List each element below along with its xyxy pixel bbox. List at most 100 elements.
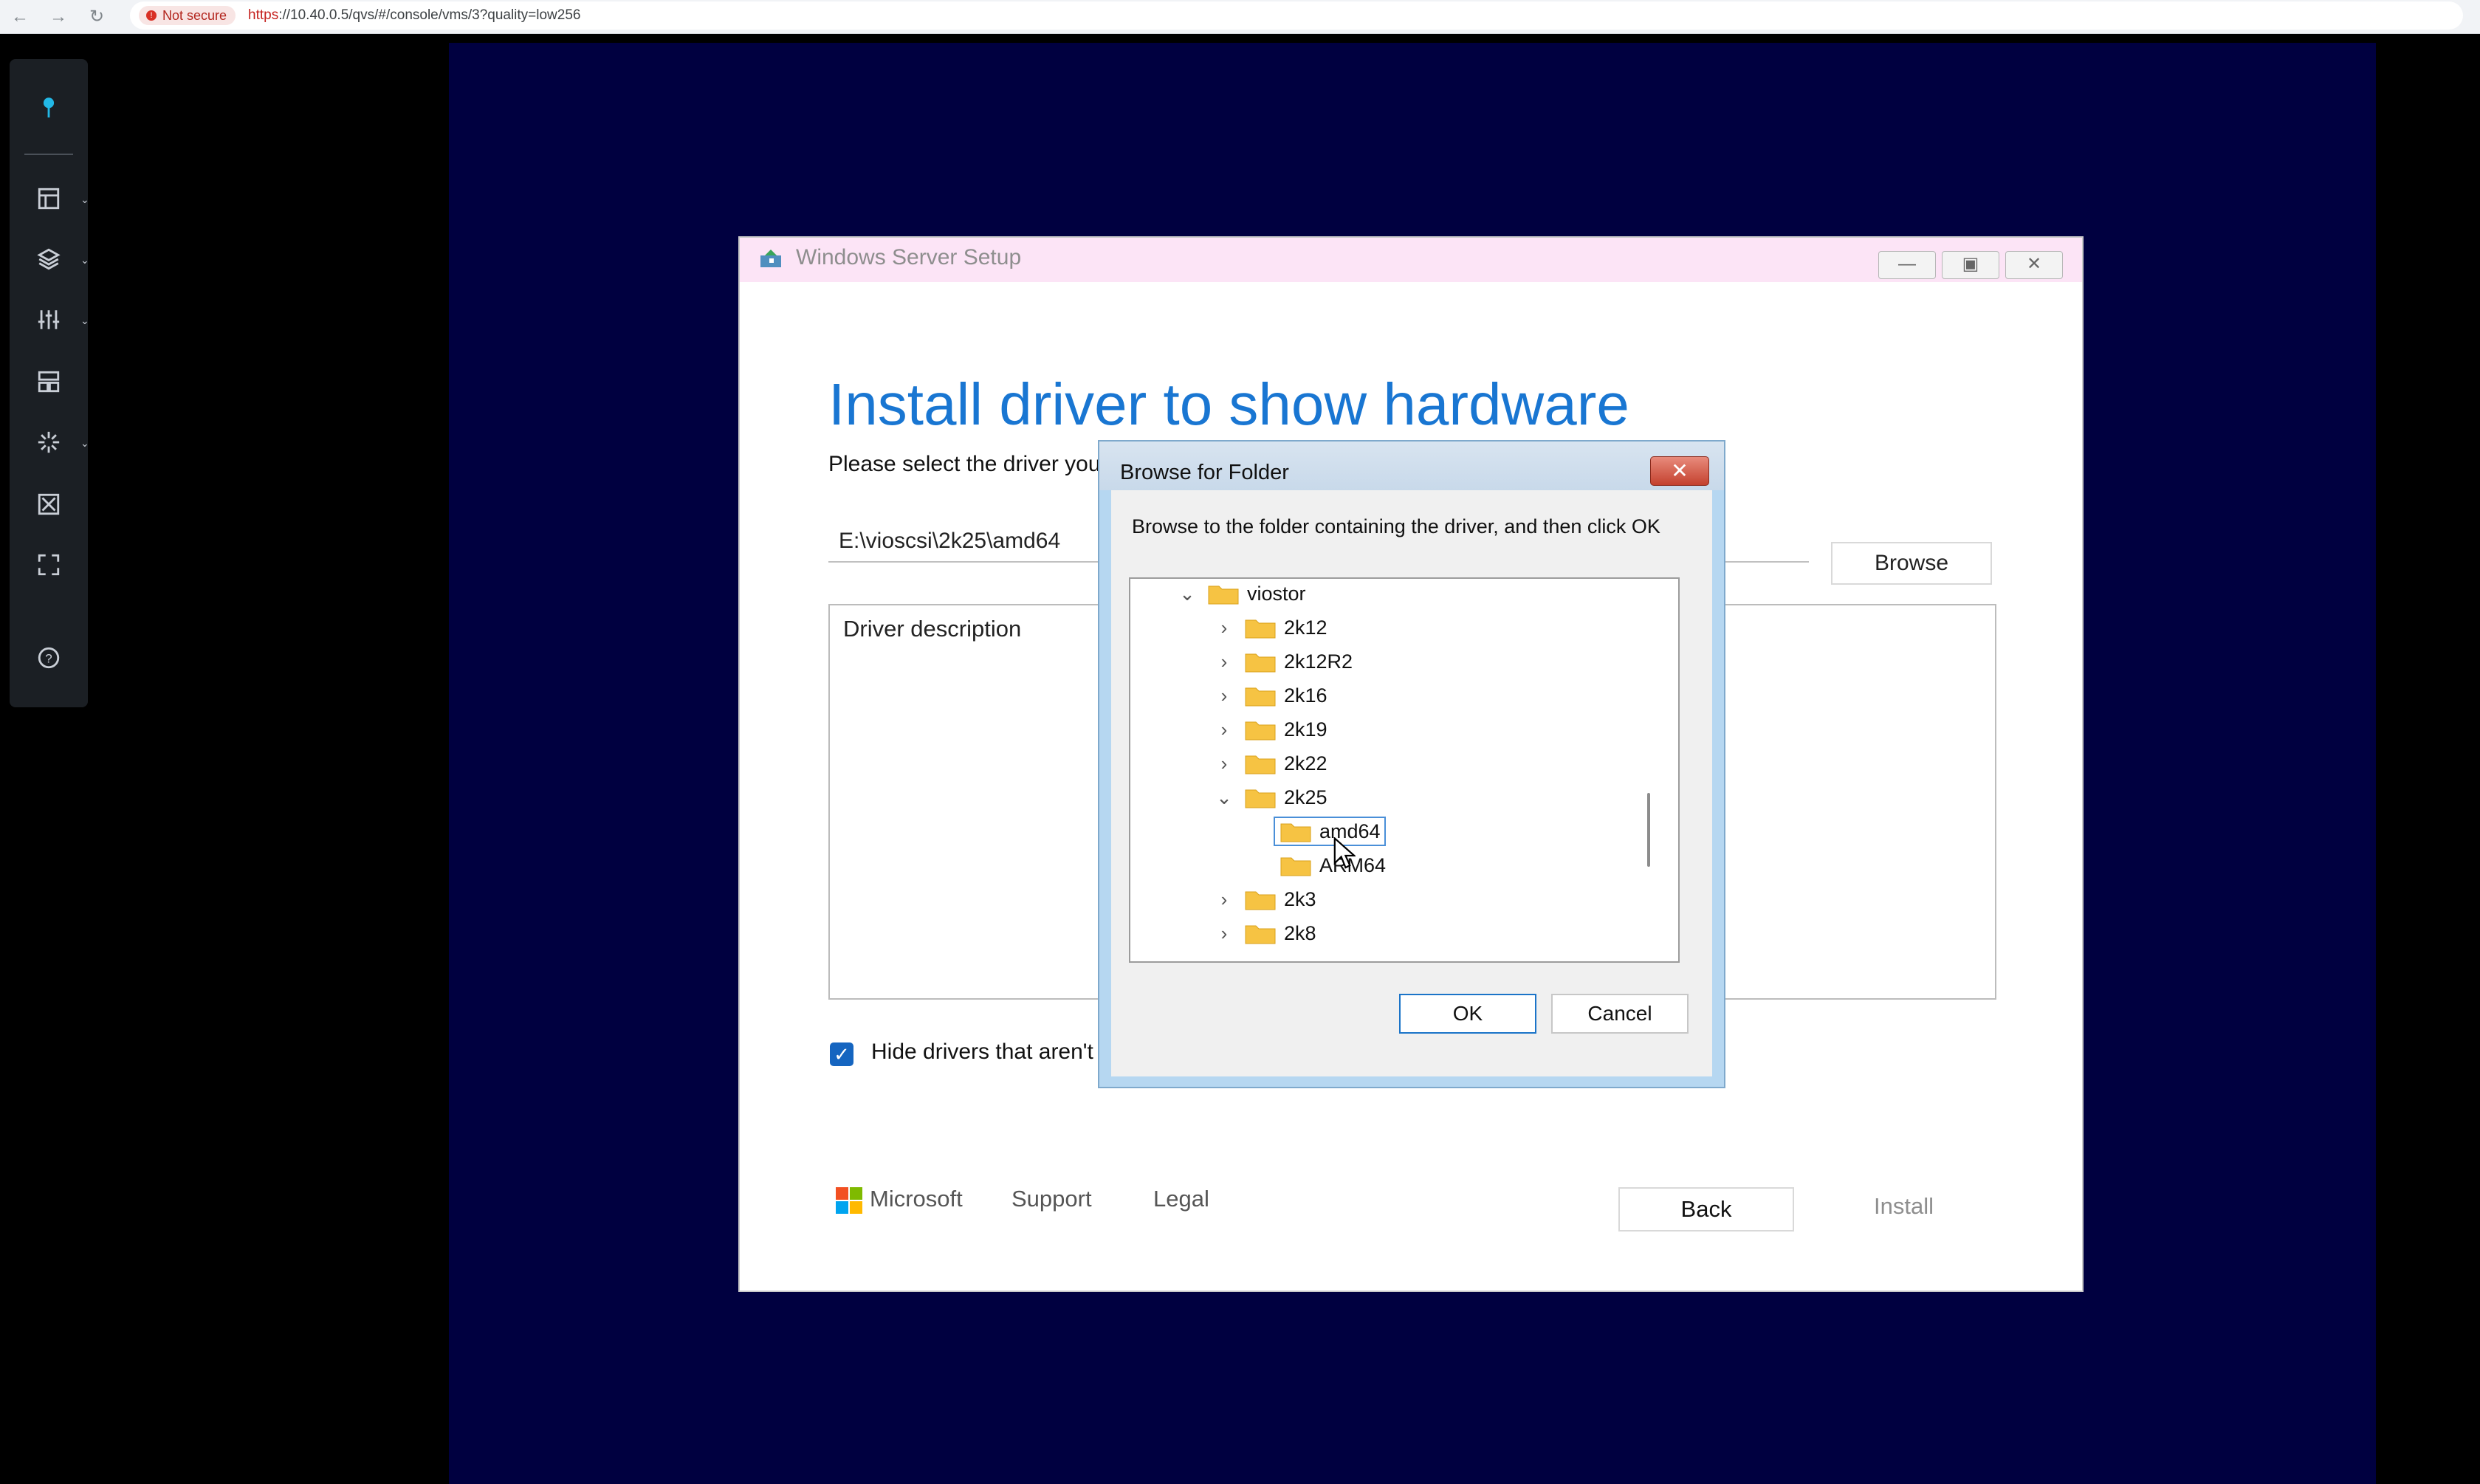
- tree-node-viostor[interactable]: ⌄ viostor: [1176, 579, 1471, 608]
- dialog-titlebar[interactable]: Browse for Folder ✕: [1099, 442, 1724, 490]
- cancel-button[interactable]: Cancel: [1551, 994, 1689, 1034]
- folder-icon: [1245, 925, 1276, 944]
- warning-icon: !: [146, 10, 157, 21]
- layout-button[interactable]: ⌄: [10, 176, 89, 220]
- pin-icon: [43, 97, 55, 118]
- tree-node-2k12[interactable]: › 2k12: [1213, 613, 1508, 642]
- folder-icon: [1245, 755, 1276, 774]
- setup-instruction: Please select the driver you: [828, 452, 1101, 476]
- chevron-down-icon[interactable]: ⌄: [1213, 784, 1235, 811]
- browser-toolbar: ← → ↻ ! Not secure https://10.40.0.5/qvs…: [0, 0, 2480, 34]
- dialog-instruction: Browse to the folder containing the driv…: [1132, 515, 1660, 537]
- folder-icon: [1245, 687, 1276, 707]
- minimize-button[interactable]: —: [1878, 251, 1936, 279]
- chevron-right-icon[interactable]: ›: [1213, 750, 1235, 777]
- tree-node-2k22[interactable]: › 2k22: [1213, 749, 1508, 778]
- folder-icon: [1245, 721, 1276, 741]
- url-protocol: https: [248, 7, 279, 23]
- tree-node-label: 2k22: [1284, 752, 1327, 774]
- tree-node-2k16[interactable]: › 2k16: [1213, 681, 1508, 710]
- chevron-down-icon: ⌄: [80, 254, 89, 266]
- folder-icon: [1245, 653, 1276, 673]
- security-badge[interactable]: ! Not secure: [139, 6, 236, 25]
- help-button[interactable]: ?: [10, 635, 88, 679]
- dialog-close-button[interactable]: ✕: [1650, 456, 1709, 486]
- resize-button[interactable]: [10, 481, 88, 526]
- tree-node-amd64[interactable]: amd64: [1248, 817, 1544, 846]
- tree-node-label: 2k25: [1284, 786, 1327, 808]
- url-text[interactable]: https://10.40.0.5/qvs/#/console/vms/3?qu…: [248, 7, 580, 24]
- tree-node-2k12r2[interactable]: › 2k12R2: [1213, 647, 1508, 676]
- chevron-down-icon: ⌄: [80, 315, 89, 326]
- chevron-right-icon[interactable]: ›: [1213, 886, 1235, 913]
- driver-path-value: E:\vioscsi\2k25\amd64: [839, 529, 1061, 553]
- sparkle-icon: [38, 431, 60, 453]
- ok-button[interactable]: OK: [1399, 994, 1536, 1034]
- fullscreen-button[interactable]: [10, 542, 88, 586]
- mouse-cursor-icon: [1333, 837, 1356, 869]
- legal-link[interactable]: Legal: [1153, 1186, 1209, 1212]
- chevron-right-icon[interactable]: ›: [1213, 648, 1235, 675]
- tree-node-label: 2k12R2: [1284, 650, 1353, 673]
- close-button[interactable]: ✕: [2005, 251, 2063, 279]
- dashboard-button[interactable]: [10, 359, 88, 403]
- layers-button[interactable]: ⌄: [10, 236, 89, 281]
- tree-node-2k8[interactable]: › 2k8: [1213, 918, 1508, 948]
- resize-icon: [38, 493, 60, 515]
- setup-window-title: Windows Server Setup: [796, 245, 1022, 269]
- tree-node-2k25[interactable]: ⌄ 2k25: [1213, 783, 1508, 812]
- reload-icon[interactable]: ↻: [84, 4, 109, 30]
- folder-icon: [1280, 857, 1311, 876]
- folder-tree[interactable]: ⌄ viostor › 2k12 › 2k12R2 › 2k16 › 2k19 …: [1129, 577, 1680, 963]
- hide-drivers-label: Hide drivers that aren't: [871, 1040, 1093, 1064]
- chevron-down-icon: ⌄: [80, 193, 89, 205]
- toolbar-divider: [24, 154, 73, 155]
- close-icon: ✕: [1671, 459, 1689, 482]
- tree-node-2k3[interactable]: › 2k3: [1213, 884, 1508, 914]
- support-link[interactable]: Support: [1011, 1186, 1092, 1212]
- layout-icon: [38, 188, 60, 210]
- driver-description-header: Driver description: [843, 616, 1022, 642]
- chevron-right-icon[interactable]: ›: [1213, 682, 1235, 709]
- browse-button[interactable]: Browse: [1831, 542, 1992, 585]
- tree-node-label: 2k12: [1284, 616, 1327, 639]
- chevron-down-icon[interactable]: ⌄: [1176, 580, 1198, 607]
- browse-folder-dialog: Browse for Folder ✕ Browse to the folder…: [1098, 440, 1725, 1088]
- hide-drivers-checkbox[interactable]: ✓: [830, 1042, 853, 1066]
- console-toolbar: ⌄ ⌄ ⌄ ⌄ ?: [10, 59, 89, 707]
- chevron-down-icon: ⌄: [80, 437, 89, 449]
- tree-node-arm64[interactable]: ARM64: [1248, 851, 1544, 880]
- tree-node-label: viostor: [1247, 583, 1306, 605]
- tree-node-label: 2k19: [1284, 718, 1327, 741]
- address-bar[interactable]: ! Not secure https://10.40.0.5/qvs/#/con…: [130, 1, 2463, 30]
- page-title: Install driver to show hardware: [828, 371, 1629, 437]
- setup-app-icon: [760, 250, 781, 267]
- back-button[interactable]: Back: [1618, 1187, 1794, 1231]
- forward-arrow-icon[interactable]: →: [46, 4, 71, 30]
- tree-node-2k19[interactable]: › 2k19: [1213, 715, 1508, 744]
- install-button[interactable]: Install: [1874, 1193, 1934, 1220]
- dashboard-icon: [38, 371, 60, 393]
- chevron-right-icon[interactable]: ›: [1213, 716, 1235, 743]
- help-icon: ?: [38, 647, 60, 669]
- microsoft-brand: Microsoft: [870, 1186, 963, 1212]
- back-arrow-icon[interactable]: ←: [7, 4, 32, 30]
- chevron-right-icon[interactable]: ›: [1213, 920, 1235, 947]
- dialog-title: Browse for Folder: [1120, 461, 1289, 484]
- layers-icon: [37, 248, 61, 270]
- chevron-right-icon[interactable]: ›: [1213, 614, 1235, 641]
- setup-titlebar[interactable]: Windows Server Setup — ▣ ✕: [740, 238, 2082, 282]
- pin-button[interactable]: [10, 84, 88, 128]
- tree-scrollbar[interactable]: [1647, 793, 1650, 867]
- sliders-button[interactable]: ⌄: [10, 297, 89, 341]
- sparkle-button[interactable]: ⌄: [10, 419, 89, 464]
- tree-node-label: 2k16: [1284, 684, 1327, 707]
- tree-node-label: 2k8: [1284, 922, 1316, 944]
- maximize-button[interactable]: ▣: [1942, 251, 1999, 279]
- security-label: Not secure: [162, 8, 227, 23]
- url-rest: ://10.40.0.5/qvs/#/console/vms/3?quality…: [278, 7, 581, 23]
- folder-icon: [1245, 891, 1276, 910]
- sliders-icon: [38, 310, 60, 329]
- fullscreen-icon: [38, 554, 60, 576]
- dialog-body: Browse to the folder containing the driv…: [1111, 490, 1712, 1076]
